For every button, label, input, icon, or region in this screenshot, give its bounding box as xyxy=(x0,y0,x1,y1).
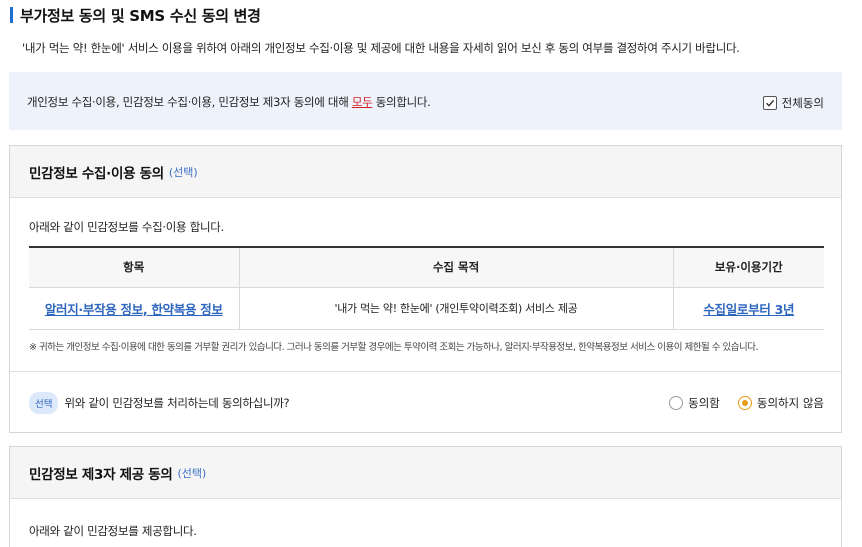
page-title: 부가정보 동의 및 SMS 수신 동의 변경 xyxy=(10,4,261,26)
radio-disagree-label: 동의하지 않음 xyxy=(756,396,824,410)
all-agree-checkbox[interactable]: 전체동의 xyxy=(762,95,824,111)
section-description: 아래와 같이 민감정보를 제공합니다. xyxy=(29,524,197,538)
cell-purpose: '내가 먹는 약! 한눈에' (개인투약이력조회) 서비스 제공 xyxy=(239,287,674,330)
consent-question: 위와 같이 민감정보를 처리하는데 동의하십니까? xyxy=(64,396,290,410)
section-title: 민감정보 제3자 제공 동의 xyxy=(29,466,173,483)
header-purpose: 수집 목적 xyxy=(239,247,674,288)
radio-agree[interactable]: 동의함 xyxy=(669,395,720,411)
consent-row: 선택 위와 같이 민감정보를 처리하는데 동의하십니까? 동의함 동의하지 않음 xyxy=(29,392,824,414)
optional-tag: (선택) xyxy=(177,466,207,480)
cell-item: 알러지·부작용 정보, 한약복용 정보 xyxy=(29,287,240,330)
collection-table: 항목 수집 목적 보유·이용기간 알러지·부작용 정보, 한약복용 정보 '내가… xyxy=(29,246,824,330)
all-agree-box: 개인정보 수집·이용, 민감정보 수집·이용, 민감정보 제3자 동의에 대해 … xyxy=(9,72,842,130)
all-agree-highlight: 모두 xyxy=(351,95,373,109)
optional-tag: (선택) xyxy=(168,165,198,179)
all-agree-text-before: 개인정보 수집·이용, 민감정보 수집·이용, 민감정보 제3자 동의에 대해 xyxy=(27,95,352,109)
table-row: 알러지·부작용 정보, 한약복용 정보 '내가 먹는 약! 한눈에' (개인투약… xyxy=(29,287,824,330)
divider xyxy=(10,371,841,372)
section-header: 민감정보 제3자 제공 동의 (선택) xyxy=(10,447,841,499)
radio-disagree[interactable]: 동의하지 않음 xyxy=(737,395,824,411)
table-header-row: 항목 수집 목적 보유·이용기간 xyxy=(29,247,824,288)
checkbox-checked-icon[interactable] xyxy=(762,96,777,110)
section-header: 민감정보 수집·이용 동의 (선택) xyxy=(10,146,841,198)
page-title-text: 부가정보 동의 및 SMS 수신 동의 변경 xyxy=(20,6,261,25)
radio-selected-icon[interactable] xyxy=(737,396,752,410)
section-description: 아래와 같이 민감정보를 수집·이용 합니다. xyxy=(29,220,224,234)
intro-text: '내가 먹는 약! 한눈에' 서비스 이용을 위하여 아래의 개인정보 수집·이… xyxy=(22,41,740,55)
third-party-section: 민감정보 제3자 제공 동의 (선택) 아래와 같이 민감정보를 제공합니다. xyxy=(9,446,842,547)
all-agree-text-after: 동의합니다. xyxy=(372,95,431,109)
item-link[interactable]: 알러지·부작용 정보, 한약복용 정보 xyxy=(45,302,223,317)
header-period: 보유·이용기간 xyxy=(673,247,824,288)
title-accent-bar xyxy=(10,7,13,23)
refusal-notice: ※ 귀하는 개인정보 수집·이용에 대한 동의를 거부할 권리가 있습니다. 그… xyxy=(29,342,758,353)
radio-agree-label: 동의함 xyxy=(688,396,720,410)
consent-radio-group: 동의함 동의하지 않음 xyxy=(651,395,824,411)
all-agree-text: 개인정보 수집·이용, 민감정보 수집·이용, 민감정보 제3자 동의에 대해 … xyxy=(27,94,431,110)
section-title: 민감정보 수집·이용 동의 xyxy=(29,165,164,182)
radio-empty-icon[interactable] xyxy=(669,396,684,410)
optional-badge: 선택 xyxy=(29,392,59,414)
all-agree-label: 전체동의 xyxy=(781,96,824,110)
header-item: 항목 xyxy=(29,247,240,288)
sensitive-collection-section: 민감정보 수집·이용 동의 (선택) 아래와 같이 민감정보를 수집·이용 합니… xyxy=(9,145,842,433)
cell-period: 수집일로부터 3년 xyxy=(673,287,824,330)
period-link[interactable]: 수집일로부터 3년 xyxy=(703,302,794,317)
